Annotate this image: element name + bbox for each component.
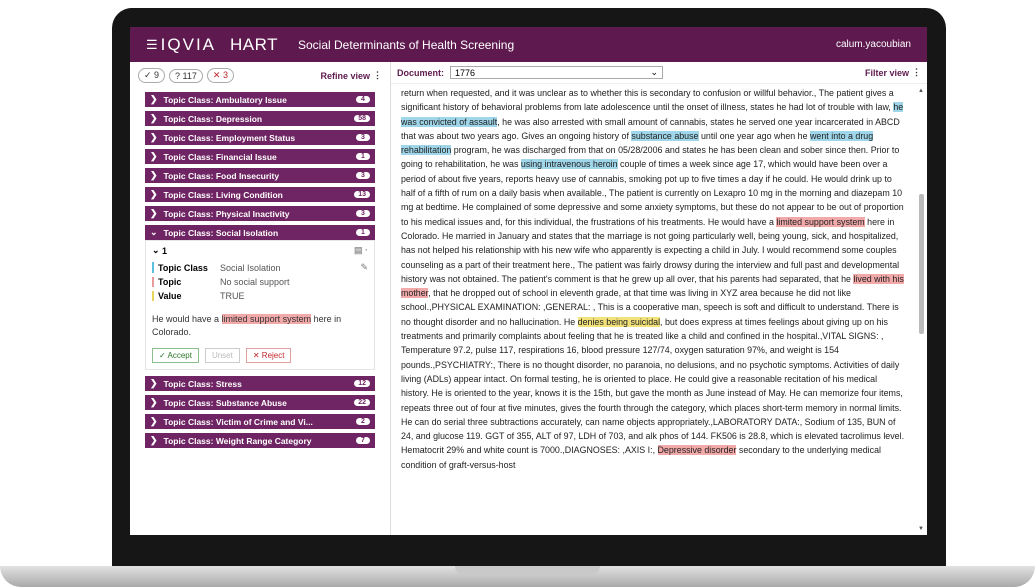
document-text: return when requested, and it was unclea… xyxy=(391,84,927,535)
topic-class-row[interactable]: ❯ Topic Class: Substance Abuse 22 xyxy=(145,395,375,411)
page-title: Social Determinants of Health Screening xyxy=(298,37,515,52)
topic-label: Topic Class: Employment Status xyxy=(163,132,296,143)
brand-logo: ☰ IQVIA xyxy=(146,35,216,55)
topic-class-row[interactable]: ❯ Topic Class: Food Insecurity 3 xyxy=(145,168,375,183)
chevron-right-icon: ❯ xyxy=(150,378,158,389)
chevron-right-icon: ❯ xyxy=(150,416,158,427)
topic-count-badge: 13 xyxy=(354,191,370,198)
topic-count-badge: 4 xyxy=(356,96,370,103)
user-menu[interactable]: calum.yacoubian xyxy=(836,39,911,50)
product-name: HART xyxy=(230,34,278,54)
evidence-snippet: He would have a limited support system h… xyxy=(152,313,368,338)
topic-label: Topic Class: Physical Inactivity xyxy=(163,208,290,219)
topic-count-badge: 1 xyxy=(356,153,370,160)
topic-label: Topic Class: Social Isolation xyxy=(163,227,279,238)
more-vertical-icon[interactable]: ⋮ xyxy=(373,70,382,81)
topic-class-row[interactable]: ❯ Topic Class: Employment Status 3 xyxy=(145,130,375,145)
left-panel: ✓ 9 ? 117 ✕ 3 Refine view ⋮ ❯ Topic Class… xyxy=(130,62,391,535)
topic-count-badge: 22 xyxy=(354,399,370,407)
topic-count-badge: 3 xyxy=(356,134,370,141)
chevron-down-icon[interactable]: ⌄ xyxy=(152,245,162,256)
topic-count-badge: 3 xyxy=(356,210,370,217)
annotation-detail: ⌄ 1 ▤ · Topic Class Social Isolation ✎ T… xyxy=(145,240,375,371)
topic-class-row[interactable]: ❯ Topic Class: Living Condition 13 xyxy=(145,187,375,202)
topic-label: Topic Class: Living Condition xyxy=(163,189,283,200)
document-select[interactable]: 1776 ⌄ xyxy=(450,66,663,79)
unset-button[interactable]: Unset xyxy=(204,348,240,364)
topic-label: Topic Class: Substance Abuse xyxy=(163,397,287,408)
filter-unknown-chip[interactable]: ? 117 xyxy=(169,68,203,83)
snippet-text: He would have a xyxy=(152,314,222,324)
accept-button[interactable]: ✓ Accept xyxy=(152,348,199,364)
detail-value: Social Isolation xyxy=(220,262,281,273)
chevron-right-icon: ❯ xyxy=(150,170,158,180)
chevron-right-icon: ❯ xyxy=(150,113,158,123)
document-label: Document: xyxy=(397,67,444,78)
entity-highlight: using intravenous heroin xyxy=(520,159,618,170)
scroll-up-icon[interactable]: ▲ xyxy=(918,88,924,94)
detail-value: No social support xyxy=(220,277,290,287)
topic-count-badge: 58 xyxy=(354,115,370,122)
topic-class-row[interactable]: ❯ Topic Class: Depression 58 xyxy=(145,111,375,126)
topic-class-row[interactable]: ❯ Topic Class: Victim of Crime and Vi... 2 xyxy=(145,414,375,430)
app-screen: ☰ IQVIA HART Social Determinants of Heal… xyxy=(130,27,927,535)
chevron-right-icon: ❯ xyxy=(150,132,158,142)
detail-key: Value xyxy=(158,291,182,301)
topic-class-row[interactable]: ❯ Topic Class: Ambulatory Issue 4 xyxy=(145,92,375,107)
topic-label: Topic Class: Ambulatory Issue xyxy=(163,94,287,105)
scroll-down-icon[interactable]: ▼ xyxy=(918,526,924,532)
topic-label: Topic Class: Victim of Crime and Vi... xyxy=(163,416,313,427)
chevron-right-icon: ❯ xyxy=(150,435,158,446)
refine-view-button[interactable]: Refine view xyxy=(320,71,370,81)
topic-class-row[interactable]: ❯ Topic Class: Physical Inactivity 3 xyxy=(145,206,375,221)
topic-label: Topic Class: Food Insecurity xyxy=(163,170,280,181)
topic-label: Topic Class: Weight Range Category xyxy=(163,435,312,446)
iqvia-logo-icon: ☰ xyxy=(146,36,158,52)
edit-icon[interactable]: ✎ xyxy=(360,262,368,273)
detail-key: Topic xyxy=(158,277,182,287)
document-text-segment: return when requested, and it was unclea… xyxy=(401,88,894,113)
chevron-right-icon: ❯ xyxy=(150,94,158,104)
topic-count-badge: 1 xyxy=(356,229,370,236)
topic-label: Topic Class: Financial Issue xyxy=(163,151,277,162)
brand-name: IQVIA xyxy=(160,34,217,54)
topic-label: Topic Class: Depression xyxy=(163,113,263,124)
chevron-right-icon: ❯ xyxy=(150,151,158,161)
topic-count-badge: 12 xyxy=(354,380,370,388)
entity-highlight: substance abuse xyxy=(631,130,699,141)
entity-highlight: limited support system xyxy=(776,216,865,227)
app-header: ☰ IQVIA HART Social Determinants of Heal… xyxy=(130,27,927,62)
detail-value: TRUE xyxy=(220,291,245,301)
topic-count-badge: 7 xyxy=(356,437,370,445)
filter-accepted-chip[interactable]: ✓ 9 xyxy=(138,68,166,83)
topic-count-badge: 2 xyxy=(356,418,370,426)
chevron-right-icon: ❯ xyxy=(150,397,158,408)
chevron-right-icon: ❯ xyxy=(150,208,158,218)
document-panel: Document: 1776 ⌄ Filter view ⋮ return wh… xyxy=(391,62,927,535)
topic-class-row[interactable]: ❯ Topic Class: Weight Range Category 7 xyxy=(145,433,375,449)
annotation-index: 1 xyxy=(162,245,168,256)
detail-key: Topic Class xyxy=(158,262,208,273)
laptop-notch xyxy=(455,566,600,575)
document-text-segment: until one year ago when he xyxy=(698,130,811,141)
filter-rejected-chip[interactable]: ✕ 3 xyxy=(206,68,234,83)
topic-class-row[interactable]: ❯ Topic Class: Financial Issue 1 xyxy=(145,149,375,164)
document-select-value: 1776 xyxy=(455,67,476,78)
entity-highlight: denies being suicidal xyxy=(577,316,661,327)
chevron-down-icon: ⌄ xyxy=(650,67,658,77)
more-vertical-icon[interactable]: ⋮ xyxy=(912,67,921,78)
filter-view-button[interactable]: Filter view xyxy=(865,68,909,78)
topic-class-row[interactable]: ❯ Topic Class: Stress 12 xyxy=(145,376,375,392)
topic-count-badge: 3 xyxy=(356,172,370,179)
scrollbar-thumb[interactable] xyxy=(919,194,924,334)
topic-social-isolation[interactable]: ⌄ Topic Class: Social Isolation 1 xyxy=(145,225,375,240)
entity-highlight: Depressive disorder xyxy=(657,445,737,456)
topic-label: Topic Class: Stress xyxy=(163,378,242,389)
document-text-segment: , but does express at times feelings abo… xyxy=(401,316,905,456)
chevron-right-icon: ❯ xyxy=(150,189,158,199)
snippet-highlight: limited support system xyxy=(221,314,312,324)
chevron-down-icon: ⌄ xyxy=(150,227,158,237)
reject-button[interactable]: ✕ Reject xyxy=(245,348,292,364)
document-icon[interactable]: ▤ · xyxy=(354,245,368,256)
